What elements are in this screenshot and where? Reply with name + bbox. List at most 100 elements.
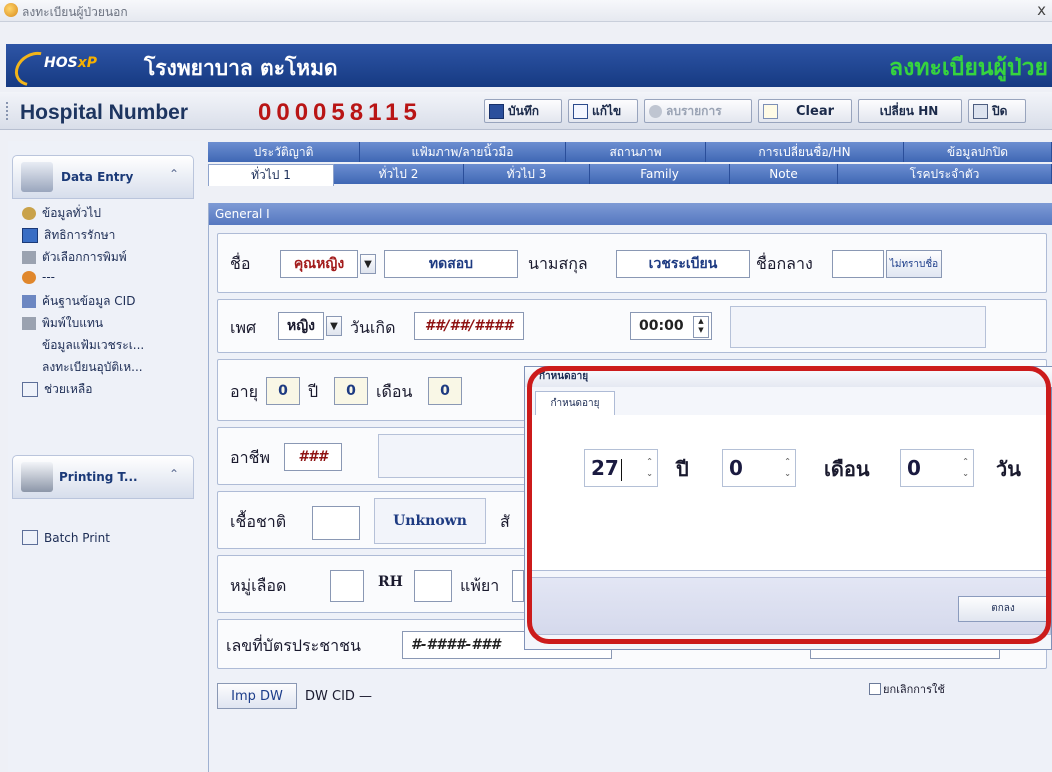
chevron-down-icon: ▼: [330, 320, 338, 332]
dw-cid-label: DW CID —: [305, 689, 373, 704]
unknown-name-button[interactable]: ไม่ทราบชื่อ: [886, 250, 942, 278]
tabs-row-1: ประวัติญาติ แฟ้มภาพ/ลายนิ้วมือ สถานภาพ ก…: [208, 142, 1052, 162]
time-spin-icon[interactable]: ▲ ▼: [693, 316, 709, 338]
sidebar-item-general[interactable]: ข้อมูลทั่วไป: [22, 204, 101, 223]
occupation-label: อาชีพ: [230, 448, 270, 467]
chevron-down-icon: ▼: [364, 258, 372, 270]
exit-door-icon: [973, 103, 988, 119]
sex-field[interactable]: หญิง: [278, 312, 324, 340]
chevron-up-icon: ⌃: [168, 167, 179, 181]
tab-chronic-disease[interactable]: โรคประจำตัว: [838, 164, 1052, 184]
sex-label: เพศ: [230, 318, 257, 337]
age-day-field[interactable]: 0: [428, 377, 462, 405]
sex-dropdown[interactable]: ▼: [326, 316, 342, 336]
save-button[interactable]: บันทึก: [484, 99, 562, 123]
name-label: ชื่อ: [230, 254, 251, 273]
app-header: HOSxP โรงพยาบาล ตะโหมด ลงทะเบียนผู้ป่วย: [6, 44, 1052, 93]
nationality-next-label: สั: [500, 512, 510, 531]
age-month-field[interactable]: 0: [334, 377, 368, 405]
delete-icon: [649, 104, 662, 118]
sidebar-item-cid-search[interactable]: ค้นฐานข้อมูล CID: [22, 292, 135, 311]
window-close-button[interactable]: x: [1037, 1, 1046, 19]
nationality-label: เชื้อชาติ: [230, 512, 287, 531]
toolbar: Hospital Number 000058115 บันทึก แก้ไข ล…: [0, 92, 1052, 130]
window-titlebar: ลงทะเบียนผู้ป่วยนอก x: [0, 0, 1052, 22]
tab-photo-fingerprint[interactable]: แฟ้มภาพ/ลายนิ้วมือ: [360, 142, 566, 162]
sidebar-item-batch-print[interactable]: Batch Print: [22, 530, 110, 545]
sidebar-item-separator[interactable]: ---: [22, 270, 55, 284]
rh-field[interactable]: [414, 570, 452, 602]
birth-label: วันเกิด: [350, 318, 396, 337]
imp-dw-button[interactable]: Imp DW: [217, 683, 297, 709]
occupation-info-box: [378, 434, 528, 478]
module-title: ลงทะเบียนผู้ป่วย: [889, 54, 1048, 81]
sex-birth-row: เพศ หญิง ▼ วันเกิด ##/##/#### 00:00 ▲ ▼: [217, 299, 1047, 353]
tab-relatives[interactable]: ประวัติญาติ: [208, 142, 360, 162]
tab-name-hn-change[interactable]: การเปลี่ยนชื่อ/HN: [706, 142, 904, 162]
tab-note[interactable]: Note: [730, 164, 838, 184]
general-header: General I: [209, 203, 1052, 225]
tabs-row-2: ทั่วไป 1 ทั่วไป 2 ทั่วไป 3 Family Note โ…: [208, 164, 1052, 186]
sidebar-item-reprint[interactable]: พิมพ์ใบแทน: [22, 314, 103, 333]
clear-button[interactable]: Clear: [758, 99, 852, 123]
hn-label: Hospital Number: [20, 101, 189, 124]
nationality-code-field[interactable]: [312, 506, 360, 540]
sidebar-item-print-options[interactable]: ตัวเลือกการพิมพ์: [22, 248, 127, 267]
age-label: อายุ: [230, 382, 258, 401]
prefix-field[interactable]: คุณหญิง: [280, 250, 358, 278]
change-hn-button[interactable]: เปลี่ยน HN: [858, 99, 962, 123]
sidebar-item-medical-record[interactable]: ข้อมูลแฟ้มเวชระเ...: [42, 336, 144, 355]
allergy-label: แพ้ยา: [460, 576, 500, 595]
prefix-dropdown[interactable]: ▼: [360, 254, 376, 274]
sidebar-item-help[interactable]: ช่วยเหลือ: [22, 380, 93, 399]
sidebar: Data Entry ⌃ ข้อมูลทั่วไป สิทธิการรักษา …: [8, 141, 200, 772]
app-icon: [4, 3, 18, 17]
tab-general-2[interactable]: ทั่วไป 2: [334, 164, 464, 184]
close-button[interactable]: ปิด: [968, 99, 1026, 123]
sidebar-group-printing[interactable]: Printing T... ⌃: [12, 455, 194, 499]
delete-button[interactable]: ลบรายการ: [644, 99, 752, 123]
tab-general-1[interactable]: ทั่วไป 1: [208, 164, 334, 186]
general-info-icon: [22, 207, 36, 220]
tab-family[interactable]: Family: [590, 164, 730, 184]
edit-icon: [573, 103, 588, 119]
sidebar-item-accident[interactable]: ลงทะเบียนอุบัติเห...: [42, 358, 143, 377]
name-row: ชื่อ คุณหญิง ▼ ทดสอบ นามสกุล เวชระเบียน …: [217, 233, 1047, 293]
chevron-up-icon: ⌃: [168, 467, 179, 481]
logo-text-a: HOS: [44, 55, 78, 71]
sidebar-group-data-entry[interactable]: Data Entry ⌃: [12, 155, 194, 199]
last-name-field[interactable]: เวชระเบียน: [616, 250, 750, 278]
birth-time-field[interactable]: 00:00 ▲ ▼: [630, 312, 712, 340]
toolbar-grip[interactable]: [6, 102, 10, 120]
save-icon: [489, 103, 504, 119]
middle-name-field[interactable]: [832, 250, 884, 278]
users-icon: [21, 162, 53, 192]
first-name-field[interactable]: ทดสอบ: [384, 250, 518, 278]
birth-date-field[interactable]: ##/##/####: [414, 312, 524, 340]
blood-field[interactable]: [330, 570, 364, 602]
hn-value: 000058115: [258, 99, 422, 126]
sidebar-item-rights[interactable]: สิทธิการรักษา: [22, 226, 115, 245]
allergy-field[interactable]: [512, 570, 524, 602]
search-db-icon: [22, 295, 36, 308]
edit-button[interactable]: แก้ไข: [568, 99, 638, 123]
age-year-field[interactable]: 0: [266, 377, 300, 405]
occupation-field[interactable]: ###: [284, 443, 342, 471]
tab-general-3[interactable]: ทั่วไป 3: [464, 164, 590, 184]
batch-print-icon: [22, 530, 38, 545]
rh-label: RH: [378, 574, 403, 590]
middle-name-label: ชื่อกลาง: [756, 254, 813, 273]
highlight-annotation: [527, 366, 1051, 644]
tab-status[interactable]: สถานภาพ: [566, 142, 706, 162]
age-month-label: เดือน: [376, 382, 413, 401]
people-icon: [22, 270, 36, 284]
tab-confidential[interactable]: ข้อมูลปกปิด: [904, 142, 1052, 162]
nationality-name-box: Unknown: [374, 498, 486, 544]
hosxp-logo: HOSxP: [8, 45, 134, 93]
clear-icon: [763, 103, 778, 119]
printer-icon: [21, 462, 53, 492]
window-title: ลงทะเบียนผู้ป่วยนอก: [22, 5, 128, 19]
help-icon: [22, 382, 38, 397]
blood-label: หมู่เลือด: [230, 576, 287, 595]
cancel-use-checkbox[interactable]: [869, 683, 881, 695]
